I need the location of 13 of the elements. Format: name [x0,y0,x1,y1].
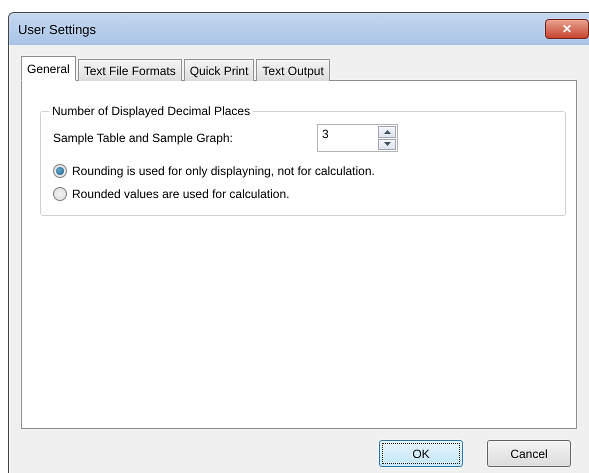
radio-label: Rounding is used for only displayning, not for calculation. [72,164,375,178]
dialog-button[interactable]: Cancel [487,440,571,467]
radio-button[interactable] [53,187,67,201]
dialog-button[interactable]: OK [379,440,463,467]
spinner-label: Sample Table and Sample Graph: [53,131,234,145]
tab[interactable]: Quick Print [184,59,254,81]
radio-button[interactable] [53,164,67,178]
group-title: Number of Displayed Decimal Places [51,104,252,118]
window-title: User Settings [18,22,98,36]
tab[interactable]: Text File Formats [78,59,182,81]
radio-label: Rounded values are used for calculation. [72,187,290,201]
tab[interactable]: General [21,56,76,81]
tab[interactable]: Text Output [256,59,330,81]
